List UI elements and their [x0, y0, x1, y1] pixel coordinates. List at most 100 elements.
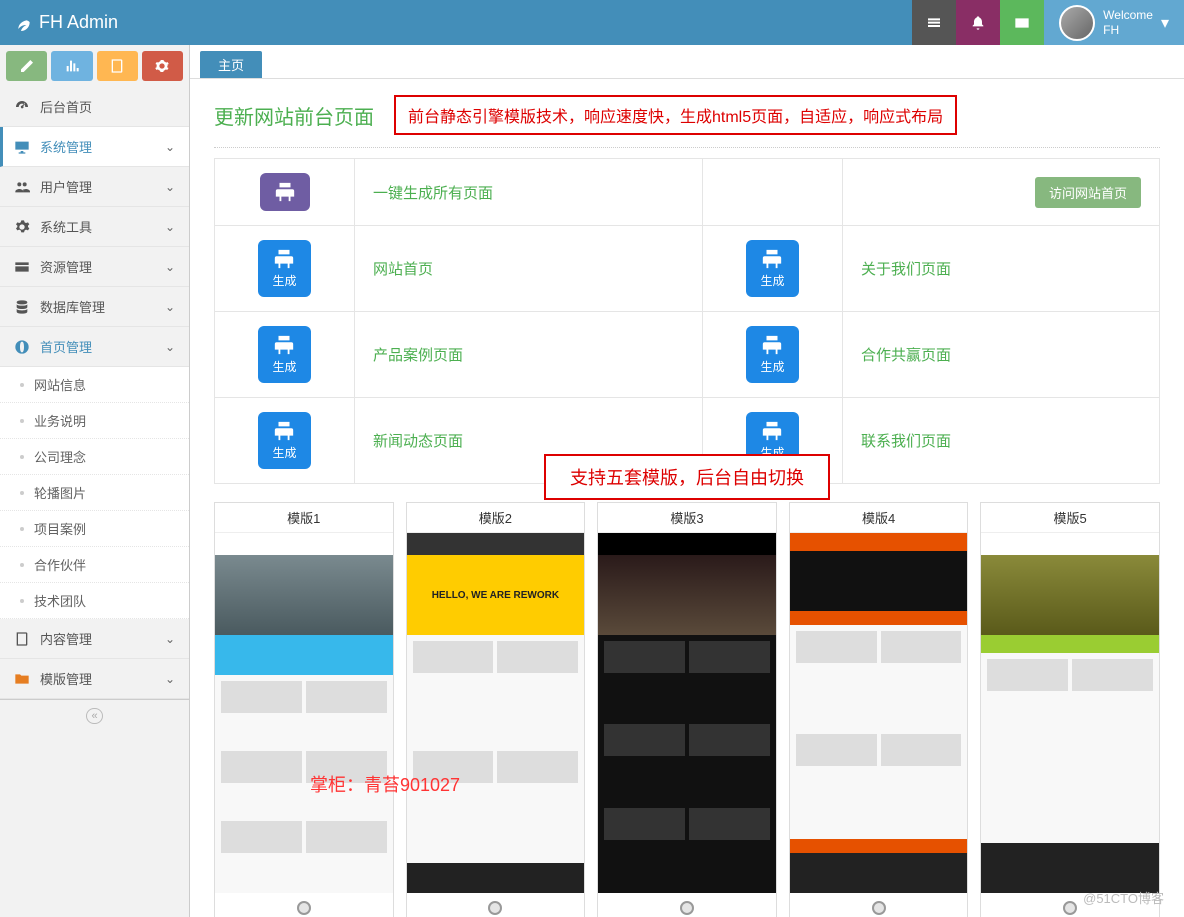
generate-button[interactable]: 生成: [258, 326, 310, 383]
table-row: 一键生成所有页面 访问网站首页: [215, 159, 1160, 226]
cogs-button[interactable]: [142, 51, 183, 81]
sidebar-label: 内容管理: [40, 629, 92, 648]
chevron-down-icon: ⌄: [165, 632, 175, 646]
template-thumb[interactable]: [790, 533, 968, 893]
generate-all-button[interactable]: [260, 173, 310, 211]
banner: 前台静态引擎模版技术，响应速度快，生成html5页面，自适应，响应式布局: [394, 95, 957, 135]
link-news[interactable]: 新闻动态页面: [373, 433, 463, 450]
user-menu[interactable]: Welcome FH ▾: [1044, 0, 1184, 45]
database-icon: [14, 299, 30, 315]
template-thumb[interactable]: HELLO, WE ARE REWORK: [407, 533, 585, 893]
template-thumb[interactable]: [215, 533, 393, 893]
link-homepage[interactable]: 网站首页: [373, 261, 433, 278]
print-icon: [274, 181, 296, 203]
submenu-item[interactable]: 业务说明: [0, 403, 189, 439]
sidebar-item-templates[interactable]: 模版管理⌄: [0, 659, 189, 699]
submenu-item[interactable]: 项目案例: [0, 511, 189, 547]
chevron-down-icon: ▾: [1161, 13, 1169, 33]
sidebar-label: 数据库管理: [40, 297, 105, 316]
print-icon: [273, 334, 295, 356]
sidebar-label: 用户管理: [40, 177, 92, 196]
sidebar-label: 模版管理: [40, 669, 92, 688]
submenu: 网站信息 业务说明 公司理念 轮播图片 项目案例 合作伙伴 技术团队: [0, 367, 189, 619]
template-card: 模版1: [214, 502, 394, 917]
book-button[interactable]: [97, 51, 138, 81]
template-card: 模版4: [789, 502, 969, 917]
sidebar-item-users[interactable]: 用户管理⌄: [0, 167, 189, 207]
brand: FH Admin: [0, 12, 118, 33]
template-card: 模版5: [980, 502, 1160, 917]
link-contact[interactable]: 联系我们页面: [861, 433, 951, 450]
messages-button[interactable]: [1000, 0, 1044, 45]
visit-site-button[interactable]: 访问网站首页: [1035, 177, 1141, 208]
sidebar-item-content[interactable]: 内容管理 ⌄: [0, 619, 189, 659]
desktop-icon: [14, 139, 30, 155]
template-title: 模版5: [981, 503, 1159, 533]
template-thumb[interactable]: [981, 533, 1159, 893]
generate-button[interactable]: 生成: [258, 240, 310, 297]
template-title: 模版3: [598, 503, 776, 533]
template-radio[interactable]: [1063, 901, 1077, 915]
tab-home[interactable]: 主页: [200, 51, 262, 78]
sidebar-item-database[interactable]: 数据库管理 ⌄: [0, 287, 189, 327]
note-box: 支持五套模版，后台自由切换: [544, 454, 830, 500]
template-radio[interactable]: [488, 901, 502, 915]
sidebar-item-system[interactable]: 系统管理⌄: [0, 127, 189, 167]
dashboard-icon: [14, 99, 30, 115]
generate-button[interactable]: 生成: [258, 412, 310, 469]
generate-button[interactable]: 生成: [746, 326, 798, 383]
chevron-down-icon: ⌄: [165, 260, 175, 274]
avatar: [1059, 5, 1095, 41]
templates: 模版1 模版2 HELLO, WE ARE REWORK 模版3 模版4: [214, 502, 1160, 917]
users-icon: [14, 179, 30, 195]
tabbar: 主页: [190, 45, 1184, 79]
link-cases[interactable]: 产品案例页面: [373, 347, 463, 364]
template-radio[interactable]: [872, 901, 886, 915]
table-row: 生成 网站首页 生成 关于我们页面: [215, 226, 1160, 312]
sidebar-item-dashboard[interactable]: 后台首页: [0, 87, 189, 127]
book-icon: [109, 58, 125, 74]
link-coop[interactable]: 合作共赢页面: [861, 347, 951, 364]
generate-button[interactable]: 生成: [746, 240, 798, 297]
bell-icon: [970, 15, 986, 31]
header-row: 更新网站前台页面 前台静态引擎模版技术，响应速度快，生成html5页面，自适应，…: [214, 95, 1160, 148]
watermark: 掌柜：青苔901027: [310, 771, 460, 797]
stats-button[interactable]: [51, 51, 92, 81]
sidebar-item-homepage[interactable]: 首页管理⌄: [0, 327, 189, 367]
template-radio[interactable]: [297, 901, 311, 915]
chevron-down-icon: ⌄: [165, 300, 175, 314]
link-all[interactable]: 一键生成所有页面: [373, 185, 493, 202]
submenu-item[interactable]: 公司理念: [0, 439, 189, 475]
brand-text: FH Admin: [39, 12, 118, 33]
submenu-item[interactable]: 合作伙伴: [0, 547, 189, 583]
submenu-item[interactable]: 技术团队: [0, 583, 189, 619]
print-icon: [761, 248, 783, 270]
card-icon: [14, 259, 30, 275]
sidebar-collapse[interactable]: «: [0, 699, 189, 730]
user-text: Welcome FH: [1103, 8, 1153, 37]
cogs-icon: [154, 58, 170, 74]
main: 主页 更新网站前台页面 前台静态引擎模版技术，响应速度快，生成html5页面，自…: [190, 45, 1184, 917]
template-title: 模版4: [790, 503, 968, 533]
sidebar-label: 系统工具: [40, 217, 92, 236]
page-title: 更新网站前台页面: [214, 101, 374, 130]
edit-button[interactable]: [6, 51, 47, 81]
submenu-item[interactable]: 轮播图片: [0, 475, 189, 511]
print-icon: [761, 420, 783, 442]
chevron-down-icon: ⌄: [165, 140, 175, 154]
notifications-button[interactable]: [956, 0, 1000, 45]
leaf-icon: [15, 15, 31, 31]
sidebar-label: 首页管理: [40, 337, 92, 356]
book-icon: [14, 631, 30, 647]
navbar-right: Welcome FH ▾: [912, 0, 1184, 45]
submenu-item[interactable]: 网站信息: [0, 367, 189, 403]
sidebar-label: 后台首页: [40, 97, 92, 116]
template-thumb[interactable]: [598, 533, 776, 893]
template-radio[interactable]: [680, 901, 694, 915]
tasks-button[interactable]: [912, 0, 956, 45]
link-about[interactable]: 关于我们页面: [861, 261, 951, 278]
sidebar-item-resources[interactable]: 资源管理⌄: [0, 247, 189, 287]
table-row: 生成 产品案例页面 生成 合作共赢页面: [215, 312, 1160, 398]
sidebar: 后台首页 系统管理⌄ 用户管理⌄ 系统工具⌄ 资源管理⌄ 数据库管理⌄ 首页管理…: [0, 45, 190, 917]
sidebar-item-tools[interactable]: 系统工具⌄: [0, 207, 189, 247]
